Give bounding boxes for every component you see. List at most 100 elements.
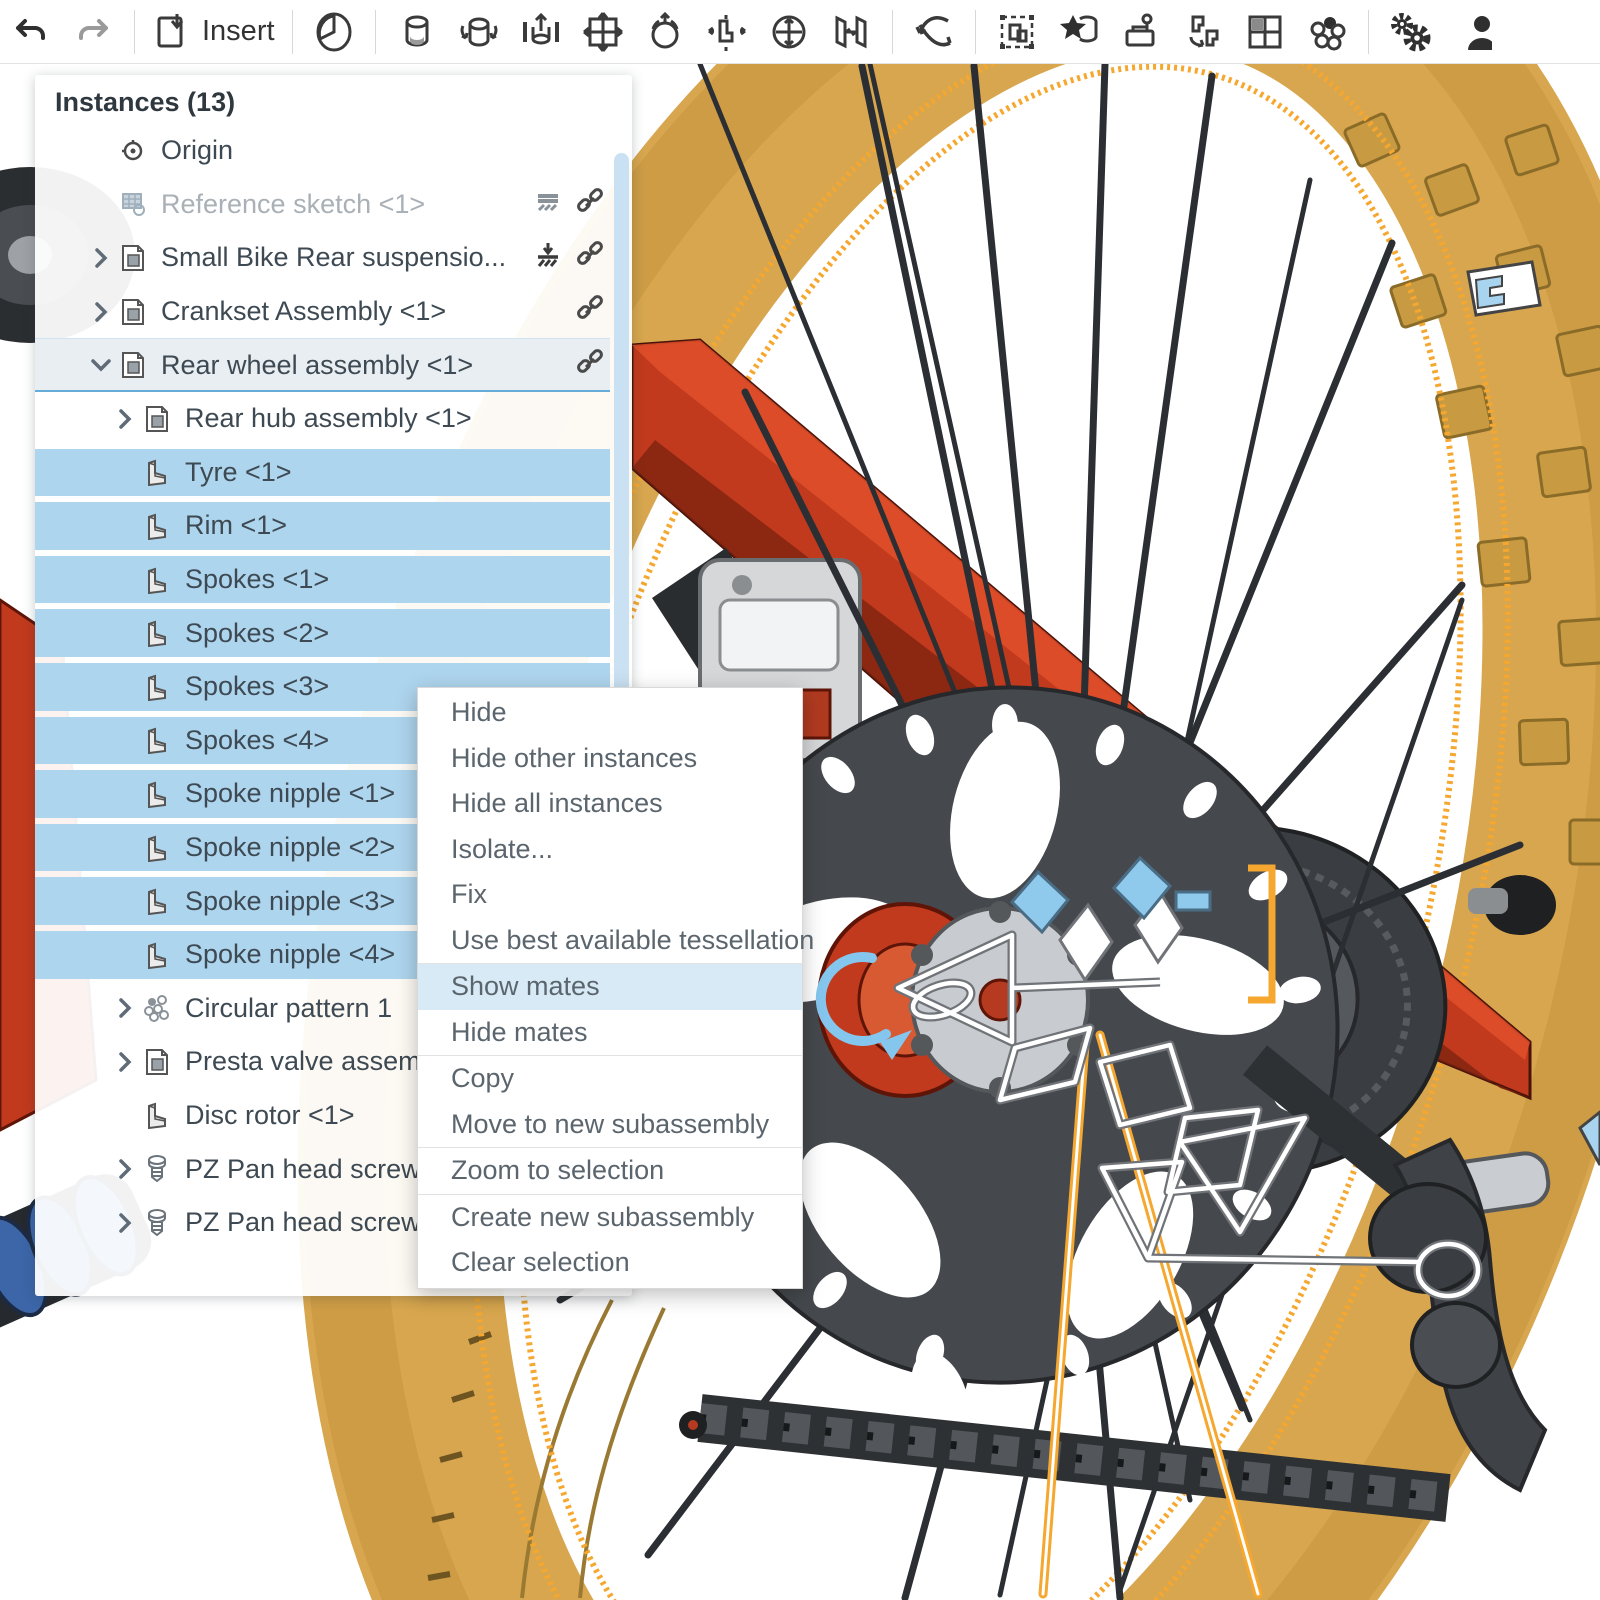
subassembly-icon — [117, 349, 149, 381]
tree-item-label: Rim <1> — [185, 510, 287, 541]
tree-item-rear-wheel-assembly[interactable]: Rear wheel assembly <1> — [35, 338, 632, 392]
tree-item-label: Presta valve assembl — [185, 1046, 442, 1077]
chevron-spacer — [111, 619, 139, 647]
part-icon — [141, 778, 173, 810]
tree-item-label: Rear hub assembly <1> — [185, 403, 472, 434]
chevron-right-icon[interactable] — [111, 1155, 139, 1183]
ground-icon — [534, 188, 562, 221]
pattern-grid-icon[interactable] — [1241, 8, 1289, 56]
chevron-spacer — [111, 887, 139, 915]
chevron-spacer — [111, 834, 139, 862]
menu-item-zoom-to-selection[interactable]: Zoom to selection — [418, 1148, 802, 1194]
part-icon — [141, 564, 173, 596]
tree-item-crankset-assembly[interactable]: Crankset Assembly <1> — [35, 285, 632, 339]
menu-item-show-mates[interactable]: Show mates — [418, 964, 802, 1010]
tree-item-rim[interactable]: Rim <1> — [35, 499, 632, 553]
menu-item-create-new-subassembly[interactable]: Create new subassembly — [418, 1195, 802, 1241]
link-icon[interactable] — [576, 188, 604, 221]
chevron-spacer — [87, 190, 115, 218]
tree-item-label: Spoke nipple <4> — [185, 939, 395, 970]
circular-pattern-icon[interactable] — [1303, 8, 1351, 56]
instances-panel-title: Instances (13) — [35, 75, 632, 124]
menu-item-move-to-new-subassembly[interactable]: Move to new subassembly — [418, 1102, 802, 1148]
toolbar-separator — [1368, 10, 1369, 54]
favorites-icon[interactable] — [1055, 8, 1103, 56]
tree-item-label: Spoke nipple <2> — [185, 832, 395, 863]
chevron-down-icon[interactable] — [87, 351, 115, 379]
named-positions-icon[interactable] — [993, 8, 1041, 56]
part-icon — [141, 939, 173, 971]
part-icon — [141, 671, 173, 703]
menu-item-hide-other-instances[interactable]: Hide other instances — [418, 736, 802, 782]
tree-item-label: Crankset Assembly <1> — [161, 296, 446, 327]
menu-item-hide-all-instances[interactable]: Hide all instances — [418, 781, 802, 827]
tree-item-label: PZ Pan head screw M — [185, 1207, 451, 1238]
sketch-icon — [117, 188, 149, 220]
redo-button[interactable] — [69, 8, 117, 56]
tree-item-label: Spokes <1> — [185, 564, 329, 595]
assembly-toolbar: Insert — [0, 0, 1600, 64]
chevron-right-icon[interactable] — [87, 298, 115, 326]
tree-item-small-bike-rear-suspension[interactable]: Small Bike Rear suspensio... — [35, 231, 632, 285]
snap-mode-icon[interactable] — [1117, 8, 1165, 56]
part-icon — [141, 456, 173, 488]
circular-pattern-icon — [141, 992, 173, 1024]
insert-button[interactable]: Insert — [152, 8, 275, 56]
replicate-icon[interactable] — [1179, 8, 1227, 56]
planar-mate-icon[interactable] — [579, 8, 627, 56]
tree-item-label: Spokes <2> — [185, 618, 329, 649]
slider-mate-icon[interactable] — [517, 8, 565, 56]
mate-tool-icon[interactable] — [310, 8, 358, 56]
revolute-mate-icon[interactable] — [455, 8, 503, 56]
menu-item-hide[interactable]: Hide — [418, 690, 802, 736]
toolbar-separator — [975, 10, 976, 54]
cylindrical-mate-icon[interactable] — [765, 8, 813, 56]
mate-connector-tool-icon[interactable] — [910, 8, 958, 56]
chevron-right-icon[interactable] — [111, 405, 139, 433]
chevron-spacer — [111, 941, 139, 969]
tree-item-label: Circular pattern 1 — [185, 993, 392, 1024]
ball-mate-icon[interactable] — [641, 8, 689, 56]
menu-item-hide-mates[interactable]: Hide mates — [418, 1010, 802, 1056]
chevron-right-icon[interactable] — [111, 1209, 139, 1237]
tree-item-rear-hub-assembly[interactable]: Rear hub assembly <1> — [35, 392, 632, 446]
menu-item-use-best-available-tessellation[interactable]: Use best available tessellation — [418, 918, 802, 964]
tree-item-label: Spoke nipple <3> — [185, 886, 395, 917]
menu-item-clear-selection[interactable]: Clear selection — [418, 1240, 802, 1286]
fastened-mate-icon[interactable] — [393, 8, 441, 56]
subassembly-icon — [117, 296, 149, 328]
chevron-spacer — [111, 566, 139, 594]
screw-icon — [141, 1153, 173, 1185]
chevron-spacer — [87, 137, 115, 165]
toolbar-separator — [892, 10, 893, 54]
subassembly-icon — [141, 403, 173, 435]
tree-item-tyre[interactable]: Tyre <1> — [35, 446, 632, 500]
chevron-spacer — [111, 1101, 139, 1129]
chevron-right-icon[interactable] — [111, 994, 139, 1022]
tree-item-label: Origin — [161, 135, 233, 166]
menu-item-isolate[interactable]: Isolate... — [418, 827, 802, 873]
link-icon[interactable] — [576, 295, 604, 328]
tree-item-origin[interactable]: Origin — [35, 124, 632, 178]
link-icon[interactable] — [576, 349, 604, 382]
rear-hub[interactable] — [819, 901, 1089, 1099]
menu-item-fix[interactable]: Fix — [418, 872, 802, 918]
chevron-right-icon[interactable] — [111, 1048, 139, 1076]
link-icon[interactable] — [576, 241, 604, 274]
chevron-spacer — [111, 673, 139, 701]
tree-item-reference-sketch[interactable]: Reference sketch <1> — [35, 178, 632, 232]
tree-item-spokes-1[interactable]: Spokes <1> — [35, 553, 632, 607]
parallel-mate-icon[interactable] — [827, 8, 875, 56]
relations-gears-icon[interactable] — [1386, 8, 1434, 56]
menu-item-copy[interactable]: Copy — [418, 1056, 802, 1102]
user-icon[interactable] — [1448, 8, 1496, 56]
chevron-spacer — [111, 780, 139, 808]
undo-button[interactable] — [7, 8, 55, 56]
tree-item-label: Spokes <3> — [185, 671, 329, 702]
chevron-right-icon[interactable] — [87, 244, 115, 272]
part-icon — [141, 885, 173, 917]
toolbar-separator — [292, 10, 293, 54]
part-icon — [141, 724, 173, 756]
tree-item-spokes-2[interactable]: Spokes <2> — [35, 606, 632, 660]
pin-slot-mate-icon[interactable] — [703, 8, 751, 56]
